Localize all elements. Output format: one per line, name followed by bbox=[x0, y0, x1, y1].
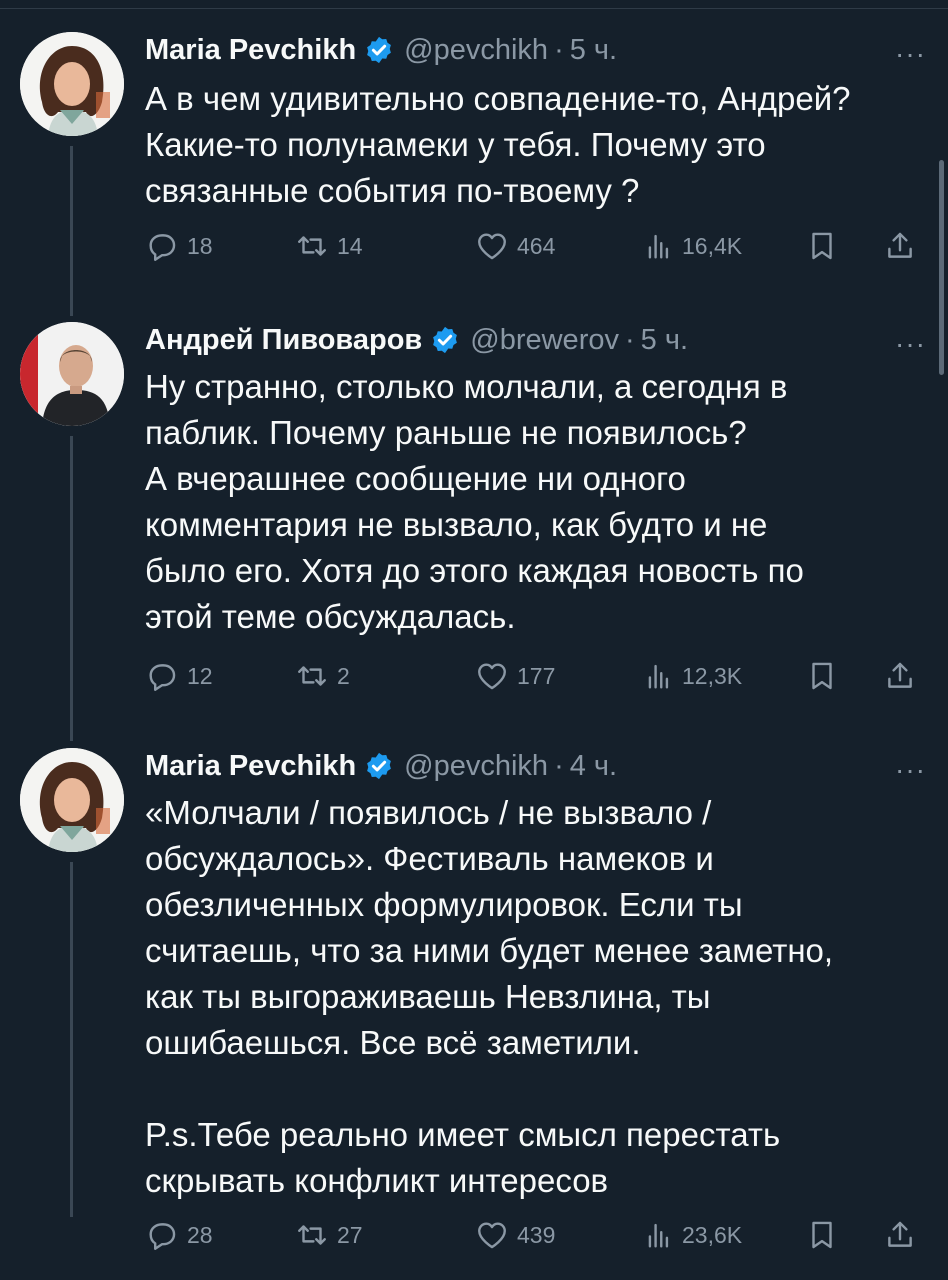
avatar[interactable] bbox=[20, 748, 124, 852]
author-handle[interactable]: @pevchikh bbox=[404, 750, 548, 783]
tweet-time[interactable]: 5 ч. bbox=[570, 34, 617, 67]
views-button[interactable]: 16,4K bbox=[640, 226, 742, 266]
like-count: 177 bbox=[517, 662, 556, 689]
author-handle[interactable]: @brewerov bbox=[470, 324, 619, 357]
views-count: 12,3K bbox=[682, 662, 743, 689]
author-name[interactable]: Андрей Пивоваров bbox=[145, 324, 422, 357]
heart-icon bbox=[478, 233, 506, 260]
share-icon bbox=[888, 1221, 912, 1247]
heart-icon bbox=[478, 1222, 506, 1249]
views-icon bbox=[648, 1223, 669, 1248]
bookmark-button[interactable] bbox=[805, 656, 839, 696]
views-count: 16,4K bbox=[682, 232, 743, 259]
more-icon[interactable]: ··· bbox=[895, 330, 926, 358]
like-button[interactable]: 439 bbox=[475, 1215, 555, 1255]
retweet-count: 27 bbox=[337, 1221, 363, 1248]
author-name[interactable]: Maria Pevchikh bbox=[145, 750, 356, 783]
retweet-icon bbox=[298, 666, 326, 686]
share-button[interactable] bbox=[883, 656, 917, 696]
author-handle[interactable]: @pevchikh bbox=[404, 34, 548, 67]
reply-count: 28 bbox=[187, 1221, 213, 1248]
tweet-text: А в чем удивительно совпадение-то, Андре… bbox=[145, 80, 851, 209]
reply-icon bbox=[149, 1223, 176, 1250]
verified-badge-icon bbox=[364, 751, 394, 781]
bookmark-icon bbox=[812, 232, 832, 260]
views-icon bbox=[648, 664, 669, 689]
reply-icon bbox=[149, 234, 176, 261]
share-button[interactable] bbox=[883, 226, 917, 266]
verified-badge-icon bbox=[364, 35, 394, 65]
thread-line bbox=[70, 862, 73, 1217]
heart-icon bbox=[478, 663, 506, 690]
like-count: 439 bbox=[517, 1221, 556, 1248]
thread-line bbox=[70, 146, 73, 316]
scrollbar-thumb[interactable] bbox=[939, 160, 944, 375]
tweet-actions: 18 14 464 16,4K bbox=[145, 226, 925, 266]
bookmark-icon bbox=[812, 662, 832, 690]
retweet-icon bbox=[298, 1225, 326, 1245]
reply-button[interactable]: 18 bbox=[145, 226, 213, 266]
tweet-text: Ну странно, столько молчали, а сегодня в… bbox=[145, 368, 804, 635]
bookmark-icon bbox=[812, 1221, 832, 1249]
bookmark-button[interactable] bbox=[805, 1215, 839, 1255]
reply-button[interactable]: 12 bbox=[145, 656, 213, 696]
verified-badge-icon bbox=[430, 325, 460, 355]
avatar-image bbox=[20, 748, 124, 852]
tweet-header: Андрей Пивоваров @brewerov · 5 ч. bbox=[145, 318, 688, 362]
retweet-button[interactable]: 2 bbox=[295, 656, 350, 696]
separator-dot: · bbox=[554, 33, 564, 66]
more-icon[interactable]: ··· bbox=[895, 756, 926, 784]
avatar-image bbox=[20, 322, 124, 426]
views-button[interactable]: 12,3K bbox=[640, 656, 742, 696]
retweet-button[interactable]: 27 bbox=[295, 1215, 363, 1255]
views-count: 23,6K bbox=[682, 1221, 743, 1248]
reply-icon bbox=[149, 664, 176, 691]
tweet-actions: 28 27 439 23,6K bbox=[145, 1215, 925, 1255]
like-button[interactable]: 464 bbox=[475, 226, 555, 266]
views-icon bbox=[648, 234, 669, 259]
avatar-image bbox=[20, 32, 124, 136]
tweet-header: Maria Pevchikh @pevchikh · 5 ч. bbox=[145, 28, 617, 72]
retweet-count: 14 bbox=[337, 232, 363, 259]
share-button[interactable] bbox=[883, 1215, 917, 1255]
tweet-time[interactable]: 4 ч. bbox=[570, 750, 617, 783]
reply-button[interactable]: 28 bbox=[145, 1215, 213, 1255]
tweet-header: Maria Pevchikh @pevchikh · 4 ч. bbox=[145, 744, 617, 788]
share-icon bbox=[888, 232, 912, 258]
bookmark-button[interactable] bbox=[805, 226, 839, 266]
more-icon[interactable]: ··· bbox=[895, 40, 926, 68]
top-divider bbox=[0, 8, 948, 9]
author-name[interactable]: Maria Pevchikh bbox=[145, 34, 356, 67]
tweet-time[interactable]: 5 ч. bbox=[641, 324, 688, 357]
reply-count: 18 bbox=[187, 232, 213, 259]
separator-dot: · bbox=[554, 749, 564, 782]
like-count: 464 bbox=[517, 232, 556, 259]
avatar[interactable] bbox=[20, 322, 124, 426]
separator-dot: · bbox=[624, 323, 635, 356]
views-button[interactable]: 23,6K bbox=[640, 1215, 742, 1255]
reply-count: 12 bbox=[187, 662, 213, 689]
retweet-count: 2 bbox=[337, 662, 350, 689]
thread-line bbox=[70, 436, 73, 741]
like-button[interactable]: 177 bbox=[475, 656, 555, 696]
retweet-icon bbox=[298, 236, 326, 256]
tweet-actions: 12 2 177 12,3K bbox=[145, 656, 925, 696]
retweet-button[interactable]: 14 bbox=[295, 226, 363, 266]
avatar[interactable] bbox=[20, 32, 124, 136]
tweet-text: «Молчали / появилось / не вызвало / обсу… bbox=[145, 794, 834, 1199]
share-icon bbox=[888, 662, 912, 688]
